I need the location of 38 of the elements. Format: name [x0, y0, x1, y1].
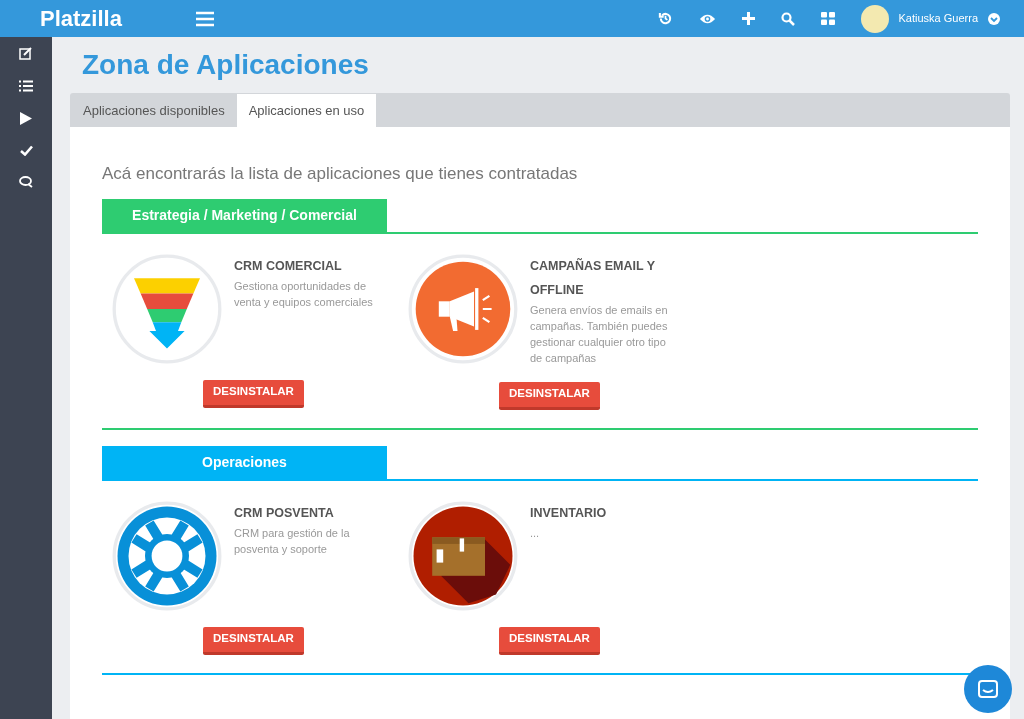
app-name: CRM COMERCIAL — [234, 257, 343, 275]
megaphone-icon — [408, 253, 518, 364]
uninstall-button[interactable]: DESINSTALAR — [203, 379, 304, 408]
chat-icon[interactable] — [19, 176, 33, 188]
intro-text: Acá encontrarás la lista de aplicaciones que tienes contratadas — [102, 163, 579, 185]
plus-icon[interactable] — [741, 12, 755, 25]
menu-icon[interactable] — [196, 10, 214, 27]
user-name[interactable]: Katiuska Guerra — [898, 10, 978, 27]
app-description: CRM para gestión de la posventa y soporte — [234, 525, 351, 557]
check-icon[interactable] — [19, 145, 33, 156]
edit-icon[interactable] — [19, 47, 33, 60]
app-description: ... — [530, 525, 541, 541]
list-icon[interactable] — [19, 80, 33, 92]
uninstall-button[interactable]: DESINSTALAR — [203, 626, 304, 655]
uninstall-button[interactable]: DESINSTALAR — [499, 381, 600, 410]
grid-icon[interactable] — [820, 12, 835, 25]
logo: Platzilla — [40, 5, 123, 33]
app-description: Genera envíos de emails en campañas. También puedes gestionar cualquier otro tipo de campañas — [530, 302, 669, 366]
avatar[interactable] — [860, 4, 889, 33]
funnel-icon — [112, 253, 222, 364]
uninstall-button[interactable]: DESINSTALAR — [499, 626, 600, 655]
app-name: CRM POSVENTA — [234, 504, 335, 522]
box-icon — [408, 500, 518, 611]
play-icon[interactable] — [20, 112, 32, 125]
tab[interactable]: Aplicaciones en uso — [236, 94, 377, 127]
app-description: Gestiona oportunidades de venta y equipos comerciales — [234, 278, 374, 310]
app-name: INVENTARIO — [530, 504, 608, 522]
chat-icon — [978, 680, 998, 698]
app-name: CAMPAÑAS EMAIL Y OFFLINE — [530, 257, 656, 299]
history-icon[interactable] — [657, 11, 673, 26]
lifebuoy-icon — [112, 500, 222, 611]
section-header: Estrategia / Marketing / Comercial — [102, 198, 387, 232]
tab[interactable]: Aplicaciones disponibles — [71, 94, 237, 127]
chevron-down-icon[interactable] — [988, 12, 1000, 25]
search-icon[interactable] — [780, 11, 795, 26]
eye-icon[interactable] — [698, 12, 716, 25]
page-title: Zona de Aplicaciones — [82, 48, 370, 82]
section-header: Operaciones — [102, 445, 387, 479]
